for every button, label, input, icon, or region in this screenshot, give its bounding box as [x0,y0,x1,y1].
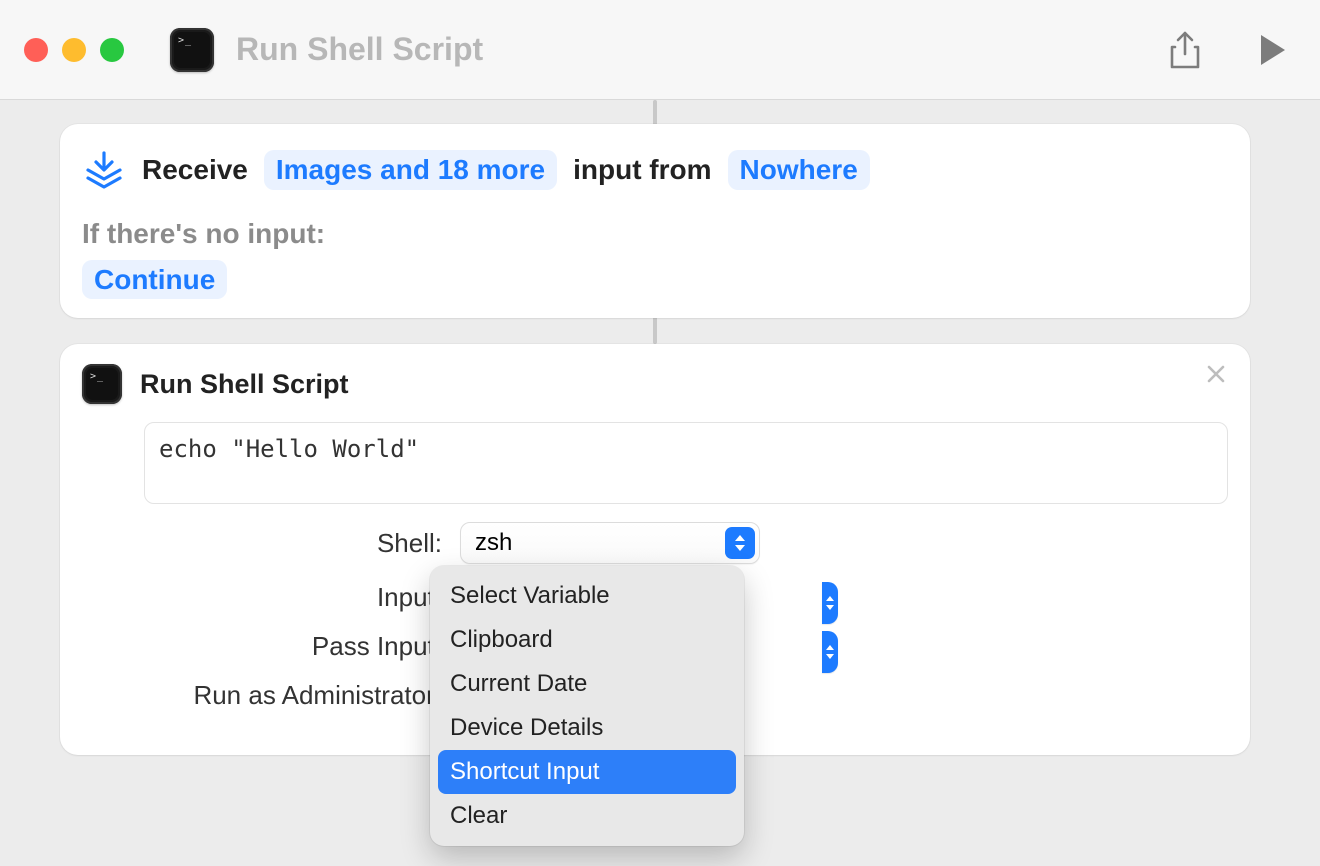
menu-item-clipboard[interactable]: Clipboard [438,618,736,662]
menu-item-device-details[interactable]: Device Details [438,706,736,750]
minimize-window-button[interactable] [62,38,86,62]
chevron-updown-icon[interactable] [822,582,838,624]
chevron-updown-icon [725,527,755,559]
menu-item-select-variable[interactable]: Select Variable [438,574,736,618]
terminal-icon [82,364,122,404]
titlebar-actions [1168,0,1288,99]
receive-row: Receive Images and 18 more input from No… [82,148,1228,192]
chevron-updown-icon[interactable] [822,631,838,673]
receive-label: Receive [142,154,248,186]
close-icon[interactable] [1206,364,1226,390]
receive-mid-label: input from [573,154,711,186]
shell-value: zsh [475,529,512,557]
terminal-icon [170,28,214,72]
action-title: Run Shell Script [140,369,349,400]
close-window-button[interactable] [24,38,48,62]
flow-connector [653,100,657,126]
menu-item-clear[interactable]: Clear [438,794,736,838]
zoom-window-button[interactable] [100,38,124,62]
input-icon [82,148,126,192]
share-icon[interactable] [1168,30,1202,70]
pass-input-label: Pass Input: [144,631,460,662]
titlebar: Run Shell Script [0,0,1320,100]
run-icon[interactable] [1258,33,1288,67]
menu-item-current-date[interactable]: Current Date [438,662,736,706]
receive-input-card: Receive Images and 18 more input from No… [60,124,1250,318]
window-title: Run Shell Script [236,31,483,68]
input-variable-menu[interactable]: Select VariableClipboardCurrent DateDevi… [430,566,744,846]
no-input-label: If there's no input: [82,218,1228,250]
shell-select[interactable]: zsh [460,522,760,564]
shell-label: Shell: [144,528,460,559]
no-input-action-chip[interactable]: Continue [82,260,227,299]
input-types-chip[interactable]: Images and 18 more [264,150,557,190]
shell-row: Shell: zsh [144,522,1228,564]
input-label: Input: [144,582,460,613]
script-textarea[interactable]: echo "Hello World" [144,422,1228,504]
run-as-admin-label: Run as Administrator: [144,680,460,711]
menu-item-shortcut-input[interactable]: Shortcut Input [438,750,736,794]
input-source-chip[interactable]: Nowhere [728,150,870,190]
window-controls [24,38,124,62]
